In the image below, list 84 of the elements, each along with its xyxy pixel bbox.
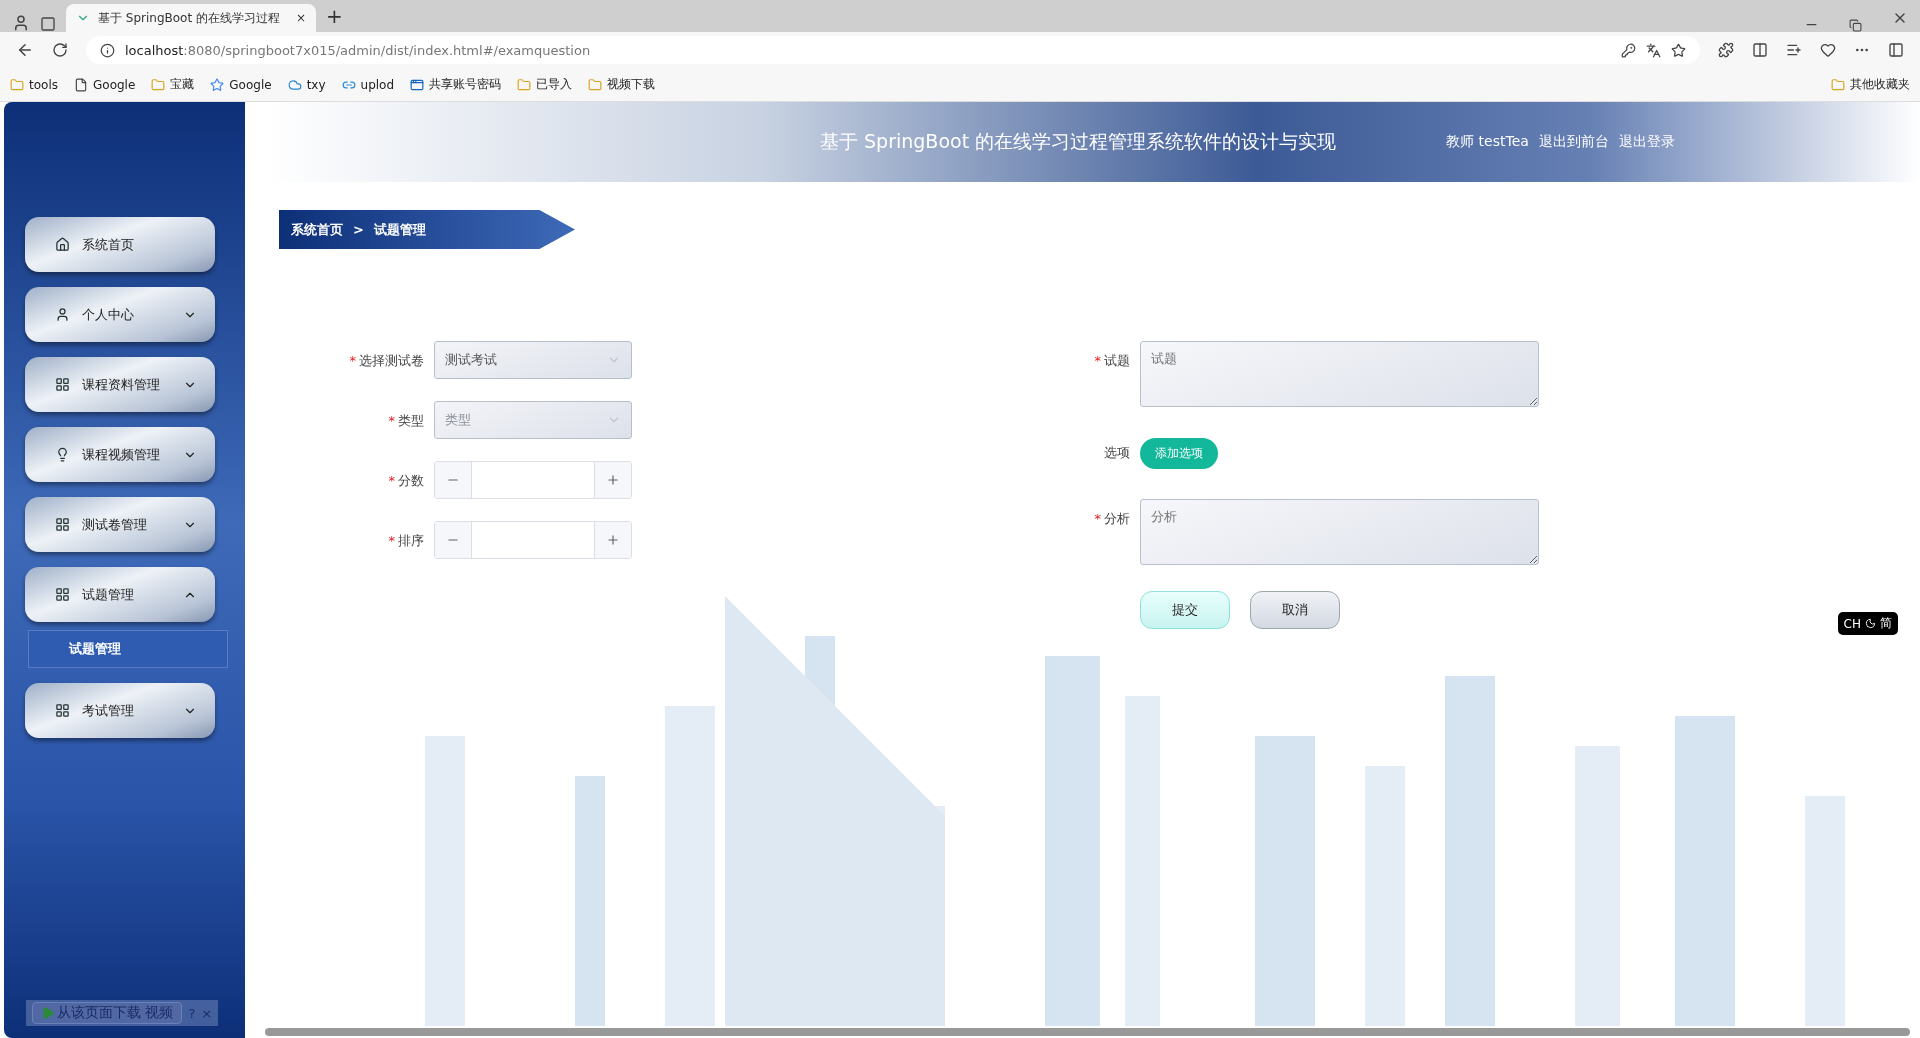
- required-mark: *: [349, 352, 356, 370]
- new-tab-button[interactable]: +: [326, 4, 343, 28]
- scrollbar[interactable]: [265, 1028, 1910, 1036]
- bookmark[interactable]: Google: [210, 77, 272, 92]
- tab-title: 基于 SpringBoot 的在线学习过程: [98, 9, 281, 27]
- reload-icon[interactable]: [52, 42, 68, 58]
- ime-indicator[interactable]: CH 简: [1837, 612, 1898, 635]
- folder-icon: [151, 77, 166, 92]
- bookmark[interactable]: uplod: [341, 77, 395, 92]
- grid-icon: [55, 587, 70, 602]
- sidebar-icon[interactable]: [1888, 42, 1904, 58]
- url-text: localhost:8080/springboot7x015/admin/dist/index.html#/examquestion: [125, 42, 591, 58]
- translate-icon[interactable]: [1646, 42, 1661, 58]
- bookmark[interactable]: 共享账号密码: [410, 76, 502, 93]
- sidebar-item[interactable]: 系统首页: [25, 217, 215, 272]
- sidebar-subitem[interactable]: 试题管理: [28, 630, 228, 668]
- lightbulb-icon: [55, 447, 70, 462]
- bookmark[interactable]: 其他收藏夹: [1831, 76, 1910, 93]
- user-icon: [55, 307, 70, 322]
- profile-icon[interactable]: [12, 14, 30, 32]
- app-icon: [410, 77, 425, 92]
- collections-icon[interactable]: [1786, 42, 1802, 58]
- required-mark: *: [388, 472, 395, 490]
- play-icon: [41, 1006, 55, 1020]
- folder-icon: [10, 77, 24, 92]
- plus-icon: [606, 533, 620, 547]
- required-mark: *: [388, 412, 395, 430]
- ime-language: CH: [1843, 616, 1861, 631]
- sidebar-item[interactable]: 测试卷管理: [25, 497, 215, 552]
- field-label: 选项: [1104, 444, 1130, 462]
- site-title: 基于 SpringBoot 的在线学习过程管理系统软件的设计与实现: [820, 129, 1337, 154]
- address-bar[interactable]: localhost:8080/springboot7x015/admin/dist/index.html#/examquestion: [86, 36, 1700, 64]
- extensions-icon[interactable]: [1718, 42, 1734, 58]
- sidebar-item[interactable]: 课程视频管理: [25, 427, 215, 482]
- bookmark[interactable]: 宝藏: [151, 76, 195, 93]
- breadcrumb-item[interactable]: 系统首页: [291, 220, 343, 239]
- breadcrumb-separator: >: [353, 222, 364, 237]
- key-icon[interactable]: [1621, 42, 1636, 58]
- bookmark[interactable]: tools: [10, 77, 58, 92]
- moon-icon: [1865, 618, 1876, 629]
- sidebar-item[interactable]: 课程资料管理: [25, 357, 215, 412]
- required-mark: *: [388, 532, 395, 550]
- user-label: 教师 testTea: [1446, 133, 1529, 151]
- header-link[interactable]: 退出到前台: [1538, 133, 1609, 151]
- tab-close-button[interactable]: ×: [295, 11, 306, 25]
- cloud-icon: [287, 77, 302, 92]
- breadcrumb-item: 试题管理: [373, 220, 426, 239]
- field-label: 分数: [398, 472, 424, 490]
- tab-actions-icon[interactable]: [40, 16, 56, 32]
- required-mark: *: [1094, 352, 1101, 370]
- submit-button[interactable]: 提交: [1140, 591, 1230, 629]
- bookmark[interactable]: Google: [74, 77, 136, 92]
- folder-icon: [1831, 77, 1845, 92]
- ime-mode: 简: [1880, 615, 1892, 632]
- field-label: 选择测试卷: [359, 352, 424, 370]
- required-mark: *: [1094, 510, 1101, 528]
- plus-icon: [606, 473, 620, 487]
- restore-icon[interactable]: [1849, 19, 1862, 32]
- grid-icon: [55, 703, 70, 718]
- folder-icon: [588, 77, 603, 92]
- split-screen-icon[interactable]: [1752, 42, 1768, 58]
- text-area[interactable]: 分析: [1140, 499, 1539, 565]
- sidebar-item[interactable]: 个人中心: [25, 287, 215, 342]
- field-label: 分析: [1104, 510, 1130, 528]
- bookmark[interactable]: 视频下载: [588, 76, 656, 93]
- back-icon[interactable]: [16, 41, 34, 59]
- bookmark[interactable]: 已导入: [517, 76, 573, 93]
- cancel-button[interactable]: 取消: [1250, 591, 1340, 629]
- info-icon: [100, 42, 115, 58]
- select-field[interactable]: 测试考试: [434, 341, 632, 379]
- field-label: 类型: [398, 412, 424, 430]
- favorite-icon[interactable]: [1671, 42, 1686, 58]
- sidebar-item[interactable]: 试题管理: [25, 567, 215, 622]
- bookmark[interactable]: txy: [287, 77, 326, 92]
- text-area[interactable]: 试题: [1140, 341, 1539, 407]
- browser-tab[interactable]: 基于 SpringBoot 的在线学习过程 ×: [66, 4, 316, 32]
- grid-icon: [55, 517, 70, 532]
- sidebar-item[interactable]: 考试管理: [25, 683, 215, 738]
- grid-icon: [55, 377, 70, 392]
- field-label: 试题: [1104, 352, 1130, 370]
- home-icon: [55, 237, 70, 252]
- folder-icon: [517, 77, 532, 92]
- page-icon: [74, 77, 88, 92]
- field-label: 排序: [398, 532, 424, 550]
